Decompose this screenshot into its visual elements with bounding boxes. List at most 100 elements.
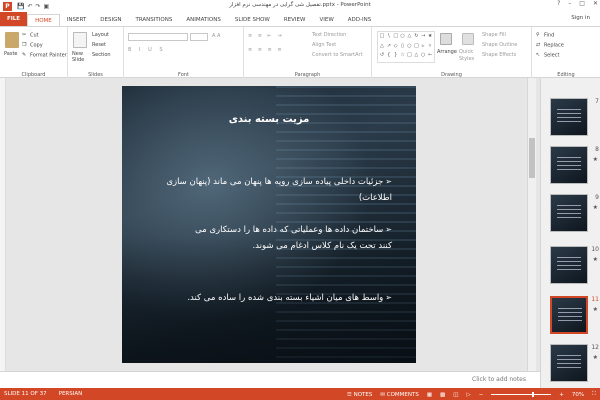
- maximize-button[interactable]: □: [579, 0, 585, 7]
- tab-transitions[interactable]: TRANSITIONS: [128, 14, 179, 26]
- shape-outline-button[interactable]: Shape Outline: [482, 42, 517, 48]
- thumbnail-number: 11: [591, 296, 599, 303]
- reset-button[interactable]: Reset: [92, 42, 106, 48]
- select-label: Select: [544, 52, 560, 59]
- replace-label: Replace: [544, 42, 564, 49]
- tab-home[interactable]: HOME: [27, 14, 60, 26]
- select-button[interactable]: ↖ Select: [536, 52, 559, 59]
- sign-in-link[interactable]: Sign in: [571, 15, 590, 21]
- editing-group: ⚲ Find ⇄ Replace ↖ Select Editing: [532, 27, 600, 79]
- minimize-button[interactable]: –: [568, 0, 571, 7]
- notes-label: NOTES: [353, 391, 373, 398]
- animation-star-icon: ★: [592, 204, 598, 211]
- tab-file[interactable]: FILE: [0, 12, 28, 26]
- paste-icon[interactable]: [5, 32, 19, 48]
- notes-placeholder[interactable]: Click to add notes: [472, 376, 526, 383]
- align-buttons[interactable]: ≡ ≡ ≡ ≡: [248, 47, 284, 53]
- arrange-icon[interactable]: [440, 33, 452, 45]
- thumbnail-number: 10: [591, 246, 599, 253]
- tab-slide-show[interactable]: SLIDE SHOW: [228, 14, 277, 26]
- comments-label: COMMENTS: [386, 391, 419, 398]
- thumbnail-image: [550, 194, 588, 232]
- slide-bullet-1[interactable]: ➢جزئیات داخلی پیاده سازی رویه ها پنهان م…: [142, 174, 392, 206]
- thumbnail-slide-8[interactable]: 8 ★: [541, 144, 600, 190]
- thumbnail-number: 12: [591, 344, 599, 351]
- section-button[interactable]: Section: [92, 52, 111, 58]
- find-label: Find: [544, 32, 555, 39]
- arrange-button[interactable]: Arrange: [437, 49, 457, 55]
- slide-vertical-scrollbar[interactable]: [527, 78, 536, 371]
- zoom-in-button[interactable]: +: [559, 392, 564, 398]
- replace-button[interactable]: ⇄ Replace: [536, 42, 564, 49]
- font-name-field[interactable]: [128, 33, 188, 41]
- slide-pane-handle[interactable]: [0, 78, 6, 371]
- cursor-icon: ↖: [536, 52, 541, 58]
- font-grow-icon[interactable]: A A: [212, 33, 220, 39]
- window-controls: ? – □ ✕: [557, 0, 598, 7]
- quick-styles-icon[interactable]: [462, 33, 474, 45]
- help-button[interactable]: ?: [557, 0, 560, 7]
- zoom-out-button[interactable]: −: [479, 392, 484, 398]
- copy-button[interactable]: ❐ Copy: [22, 42, 43, 49]
- window-title: تفصیل شی گرایی در مهندسی نرم افزار.pptx …: [229, 2, 371, 8]
- current-slide[interactable]: مزیت بسته بندی ➢جزئیات داخلی پیاده سازی …: [122, 86, 416, 363]
- clipboard-group: Paste ✂ Cut ❐ Copy ✎ Format Painter Clipboa…: [0, 27, 68, 79]
- font-size-field[interactable]: [190, 33, 208, 41]
- slide-bullet-2[interactable]: ➢ساختمان داده ها وعملیاتی که داده ها را …: [192, 222, 392, 254]
- bullet-arrow-icon: ➢: [385, 177, 392, 186]
- reading-view-icon[interactable]: ◫: [453, 392, 458, 398]
- comments-toggle-button[interactable]: ✉ COMMENTS: [380, 392, 418, 398]
- close-button[interactable]: ✕: [593, 0, 598, 7]
- layout-button[interactable]: Layout: [92, 32, 109, 38]
- tab-animations[interactable]: ANIMATIONS: [179, 14, 228, 26]
- language-indicator[interactable]: PERSIAN: [59, 391, 83, 397]
- text-direction-button[interactable]: Text Direction: [312, 32, 346, 38]
- thumbnail-slide-12[interactable]: 12 ★: [541, 342, 600, 388]
- thumbnail-slide-7[interactable]: 7: [541, 96, 600, 142]
- shapes-gallery[interactable]: □ \ □ ○ △ ↻ → ★ △ ↗ ◇ ▯ ○ □ ▹ ▿ ↺{} ☆ □ △ ○ ←: [377, 31, 435, 63]
- fit-to-window-icon[interactable]: ⛶: [592, 391, 596, 398]
- thumbnail-slide-11-selected[interactable]: 11 ★: [541, 294, 600, 340]
- align-text-button[interactable]: Align Text: [312, 42, 336, 48]
- bullet-arrow-icon: ➢: [385, 293, 392, 302]
- tab-add-ins[interactable]: ADD-INS: [341, 14, 378, 26]
- bullet-text: جزئیات داخلی پیاده سازی رویه ها پنهان می…: [166, 177, 392, 203]
- powerpoint-window: P 💾 ↶ ↷ ▣ تفصیل شی گرایی در مهندسی نرم ا…: [0, 0, 600, 400]
- thumbnail-slide-9[interactable]: 9 ★: [541, 192, 600, 238]
- list-buttons[interactable]: ≡ ≡ ⇤ ⇥: [248, 33, 284, 39]
- zoom-level[interactable]: 70%: [572, 392, 584, 398]
- slides-group: New Slide Layout Reset Section Slides: [68, 27, 124, 79]
- slide-bullet-3[interactable]: ➢واسط های میان اشیاء بسته بندی شده را سا…: [152, 290, 392, 306]
- thumbnail-slide-10[interactable]: 10 ★: [541, 244, 600, 290]
- format-painter-button[interactable]: ✎ Format Painter: [22, 52, 67, 59]
- bullet-arrow-icon: ➢: [385, 225, 392, 234]
- notes-pane[interactable]: Click to add notes: [0, 371, 540, 388]
- new-slide-button[interactable]: New Slide: [72, 51, 92, 63]
- copy-icon: ❐: [22, 42, 27, 48]
- animation-star-icon: ★: [592, 156, 598, 163]
- shape-fill-button[interactable]: Shape Fill: [482, 32, 506, 38]
- normal-view-icon[interactable]: ▦: [427, 392, 432, 398]
- tab-insert[interactable]: INSERT: [60, 14, 93, 26]
- find-button[interactable]: ⚲ Find: [536, 32, 554, 39]
- title-bar: P 💾 ↶ ↷ ▣ تفصیل شی گرایی در مهندسی نرم ا…: [0, 0, 600, 12]
- scrollbar-thumb[interactable]: [529, 138, 535, 178]
- paste-button[interactable]: Paste: [4, 51, 18, 57]
- tab-review[interactable]: REVIEW: [277, 14, 313, 26]
- slide-title[interactable]: مزیت بسته بندی: [122, 114, 416, 125]
- slideshow-view-icon[interactable]: ▷: [466, 392, 470, 398]
- zoom-slider[interactable]: [491, 392, 552, 397]
- slide-sorter-icon[interactable]: ▩: [440, 392, 445, 398]
- tab-design[interactable]: DESIGN: [93, 14, 128, 26]
- quick-styles-button[interactable]: Quick Styles: [459, 49, 479, 63]
- font-format-buttons[interactable]: B I U S: [128, 47, 166, 53]
- new-slide-icon[interactable]: [73, 32, 87, 48]
- cut-button[interactable]: ✂ Cut: [22, 32, 39, 39]
- zoom-slider-knob[interactable]: [532, 392, 535, 397]
- ribbon-tabs: FILE HOME INSERT DESIGN TRANSITIONS ANIM…: [0, 12, 600, 26]
- convert-smartart-button[interactable]: Convert to SmartArt: [312, 52, 363, 58]
- tab-view[interactable]: VIEW: [312, 14, 340, 26]
- bullet-text: ساختمان داده ها وعملیاتی که داده ها را د…: [195, 225, 392, 251]
- shape-effects-button[interactable]: Shape Effects: [482, 52, 516, 58]
- notes-toggle-button[interactable]: ☰ NOTES: [347, 392, 372, 398]
